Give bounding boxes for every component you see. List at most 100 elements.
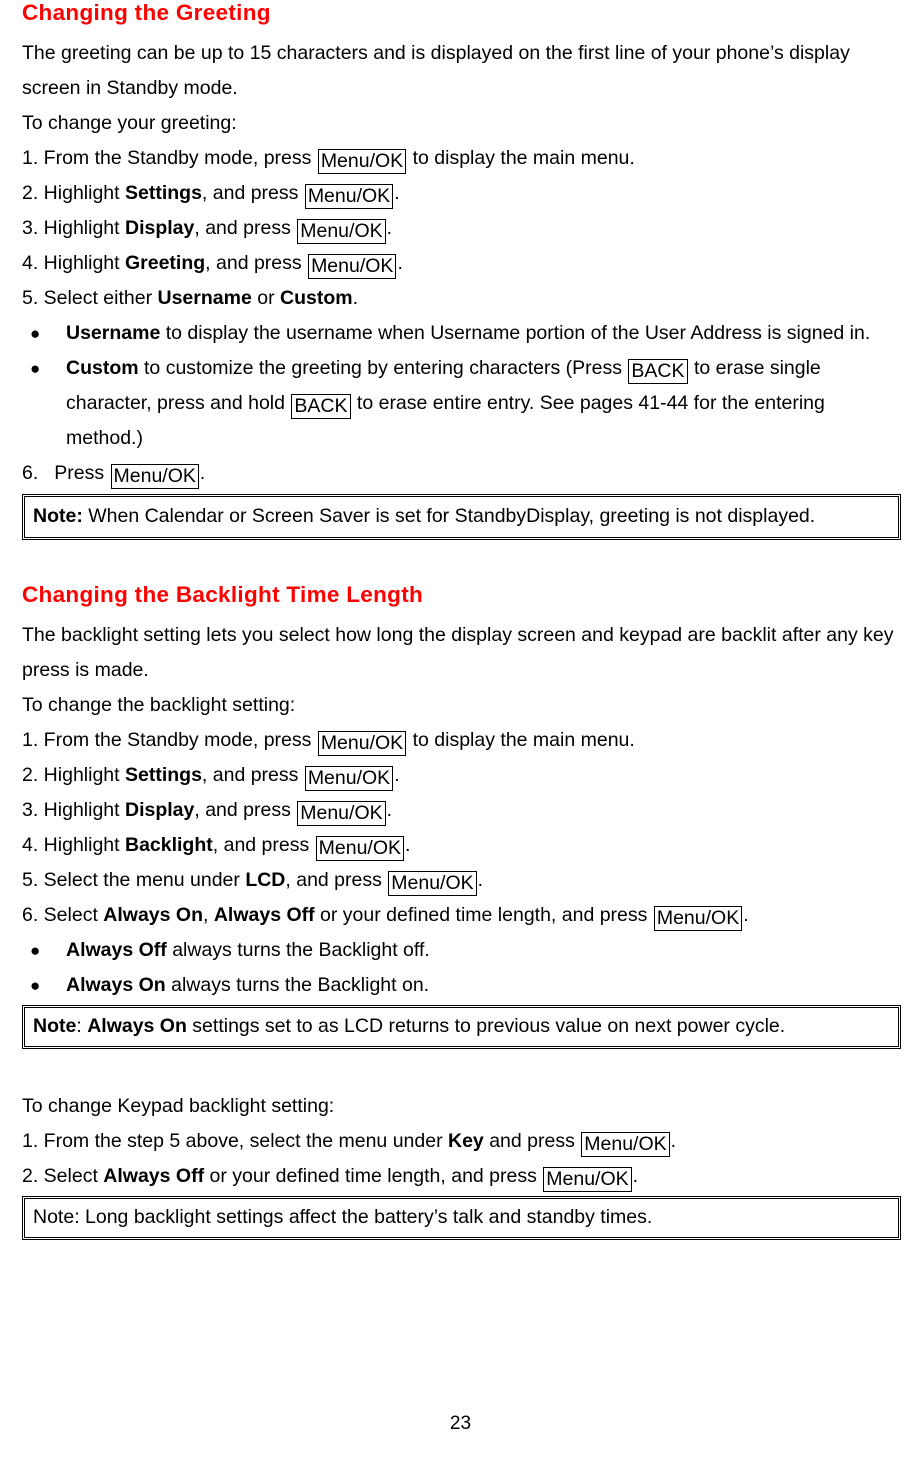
backlight-step-6-text-d: . — [743, 904, 749, 926]
backlight-step-4-text-c: . — [405, 834, 411, 856]
greeting-step-3-bold: Display — [124, 217, 195, 239]
greeting-step-4: 4. Highlight Greeting, and press Menu/OK… — [22, 246, 901, 281]
greeting-step-2-text-c: . — [394, 182, 400, 204]
menu-ok-keycap: Menu/OK — [543, 1167, 632, 1192]
backlight-step-4-text-a: 4. Highlight — [22, 834, 125, 856]
menu-ok-keycap: Menu/OK — [653, 906, 743, 931]
section-heading-greeting: Changing the Greeting — [22, 0, 271, 25]
menu-ok-keycap: Menu/OK — [317, 149, 407, 174]
backlight-step-5-text-c: . — [477, 869, 484, 891]
backlight-intro-paragraph: The backlight setting lets you select ho… — [22, 624, 894, 681]
keypad-step-2-text-b: or your defined time length, and press — [204, 1165, 543, 1187]
menu-ok-keycap: Menu/OK — [304, 184, 394, 209]
menu-ok-keycap: Menu/OK — [110, 464, 199, 489]
note-box-always-on: Note: Always On settings set to as LCD r… — [22, 1005, 901, 1049]
note-box-battery: Note: Long backlight settings affect the… — [22, 1196, 901, 1240]
backlight-step-3-text-a: 3. Highlight — [22, 799, 125, 821]
backlight-step-4: 4. Highlight Backlight, and press Menu/O… — [22, 828, 901, 863]
menu-ok-keycap: Menu/OK — [315, 836, 405, 861]
greeting-step-5-bold-custom: Custom — [280, 287, 353, 309]
greeting-bullet-username-text: to display the username when Username po… — [160, 322, 871, 344]
back-keycap: BACK — [291, 394, 351, 419]
greeting-lead-in: To change your greeting: — [22, 112, 237, 134]
note-label: Note — [33, 1015, 77, 1037]
backlight-step-2: 2. Highlight Settings, and press Menu/OK… — [22, 758, 901, 793]
greeting-intro-paragraph: The greeting can be up to 15 characters … — [22, 42, 850, 99]
backlight-bullet-always-on-text: always turns the Backlight on. — [165, 974, 430, 996]
greeting-step-3-text-c: . — [386, 217, 393, 239]
greeting-step-2-text-a: 2. Highlight — [22, 182, 125, 204]
keypad-lead-in: To change Keypad backlight setting: — [22, 1095, 335, 1117]
backlight-step-6-text-c: or your defined time length, and press — [314, 904, 653, 926]
document-page: Changing the Greeting The greeting can b… — [0, 0, 921, 1458]
greeting-step-5-text-c: . — [352, 287, 359, 309]
backlight-step-4-bold: Backlight — [124, 834, 213, 856]
keypad-step-1-text-a: 1. From the step 5 above, select the men… — [22, 1130, 448, 1152]
page-number: 23 — [449, 1413, 472, 1434]
greeting-step-1-text-b: to display the main menu. — [407, 147, 635, 169]
backlight-step-2-text-a: 2. Highlight — [22, 764, 125, 786]
backlight-bullet-always-on-bold: Always On — [66, 974, 166, 996]
backlight-bullet-always-on: ● Always On always turns the Backlight on… — [22, 968, 901, 1003]
backlight-step-5-text-b: , and press — [285, 869, 388, 891]
backlight-step-2-bold: Settings — [124, 764, 202, 786]
backlight-step-5-bold: LCD — [245, 869, 286, 891]
greeting-step-4-bold: Greeting — [124, 252, 206, 274]
greeting-step-5-text-a: 5. Select either — [22, 287, 158, 309]
keypad-step-2-text-a: 2. Select — [22, 1165, 104, 1187]
backlight-step-6-text-b: , — [203, 904, 214, 926]
note-text: When Calendar or Screen Saver is set for… — [82, 505, 816, 527]
greeting-step-5-bold-username: Username — [157, 287, 252, 309]
greeting-step-4-text-b: , and press — [205, 252, 308, 274]
backlight-step-4-text-b: , and press — [212, 834, 315, 856]
bullet-point-icon: ● — [30, 976, 41, 995]
greeting-bullet-custom-bold: Custom — [66, 357, 139, 379]
greeting-step-5: 5. Select either Username or Custom. — [22, 281, 901, 316]
backlight-step-3-bold: Display — [124, 799, 195, 821]
backlight-step-6-bold-always-off: Always Off — [213, 904, 315, 926]
backlight-lead-in: To change the backlight setting: — [22, 694, 296, 716]
menu-ok-keycap: Menu/OK — [317, 731, 407, 756]
backlight-step-3: 3. Highlight Display, and press Menu/OK. — [22, 793, 901, 828]
menu-ok-keycap: Menu/OK — [297, 801, 386, 826]
backlight-step-6-bold-always-on: Always On — [103, 904, 203, 926]
note-box-greeting: Note: When Calendar or Screen Saver is s… — [22, 494, 901, 540]
backlight-step-3-text-b: , and press — [194, 799, 297, 821]
menu-ok-keycap: Menu/OK — [297, 219, 386, 244]
menu-ok-keycap: Menu/OK — [388, 871, 477, 896]
greeting-step-6-period: . — [199, 462, 206, 484]
bullet-point-icon: ● — [30, 359, 41, 378]
greeting-bullet-username-bold: Username — [66, 322, 161, 344]
greeting-step-6-number: 6. — [22, 462, 39, 484]
menu-ok-keycap: Menu/OK — [304, 766, 394, 791]
greeting-step-4-text-a: 4. Highlight — [22, 252, 125, 274]
keypad-step-1-text-c: . — [670, 1130, 677, 1152]
backlight-step-3-text-c: . — [386, 799, 393, 821]
greeting-step-6: 6. Press Menu/OK. — [22, 456, 901, 491]
keypad-step-2-bold: Always Off — [103, 1165, 205, 1187]
backlight-bullet-always-off: ● Always Off always turns the Backlight o… — [22, 933, 901, 968]
greeting-bullet-custom-text-a: to customize the greeting by entering ch… — [138, 357, 628, 379]
greeting-step-6-text: Press — [54, 462, 110, 484]
keypad-step-1-text-b: and press — [483, 1130, 581, 1152]
greeting-step-2-bold: Settings — [124, 182, 202, 204]
note-label: Note: — [33, 505, 83, 527]
greeting-step-2: 2. Highlight Settings, and press Menu/OK… — [22, 176, 901, 211]
backlight-step-2-text-c: . — [394, 764, 400, 786]
keypad-step-1-bold: Key — [448, 1130, 484, 1152]
greeting-step-3-text-a: 3. Highlight — [22, 217, 125, 239]
note-colon: : — [76, 1015, 88, 1037]
keypad-step-2: 2. Select Always Off or your defined tim… — [22, 1159, 901, 1194]
greeting-step-4-text-c: . — [397, 252, 403, 274]
keypad-step-1: 1. From the step 5 above, select the men… — [22, 1124, 901, 1159]
greeting-step-2-text-b: , and press — [201, 182, 304, 204]
greeting-step-3-text-b: , and press — [194, 217, 297, 239]
backlight-step-1-text-b: to display the main menu. — [407, 729, 635, 751]
keypad-step-2-text-c: . — [632, 1165, 639, 1187]
backlight-step-6-text-a: 6. Select — [22, 904, 104, 926]
backlight-step-5-text-a: 5. Select the menu under — [22, 869, 246, 891]
section-heading-backlight: Changing the Backlight Time Length — [22, 582, 424, 607]
backlight-step-6: 6. Select Always On, Always Off or your … — [22, 898, 901, 933]
